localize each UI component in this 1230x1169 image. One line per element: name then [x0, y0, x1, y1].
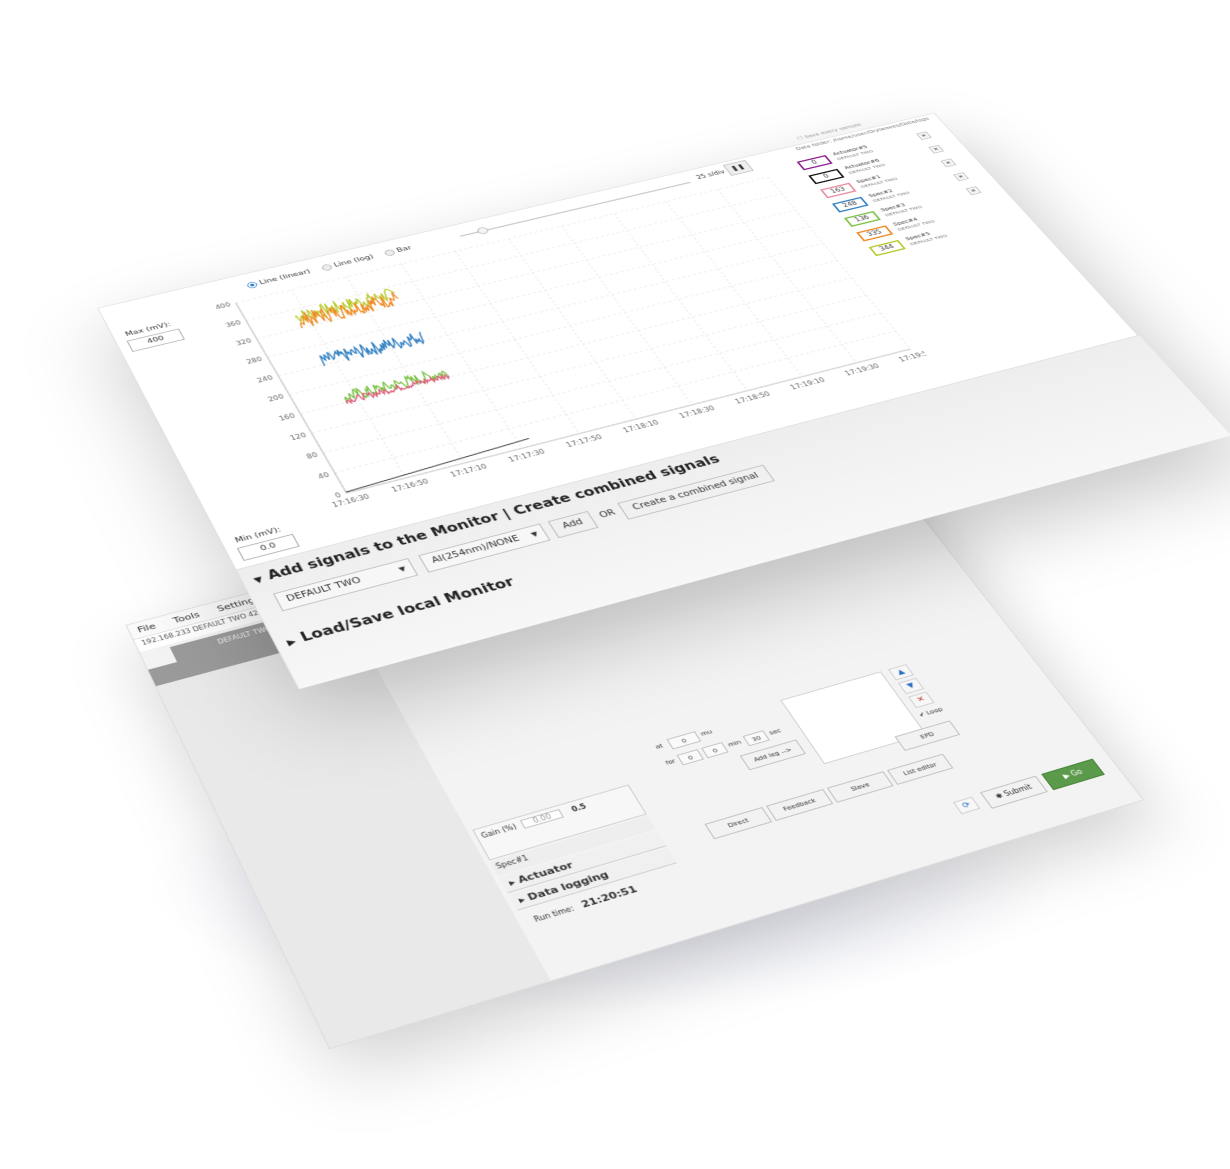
y-tick-label: 120 [289, 431, 308, 441]
or-label: OR [597, 508, 618, 520]
y-axis [236, 303, 347, 493]
y-tick-label: 360 [224, 319, 243, 329]
x-gridline [614, 214, 747, 391]
sec-unit-label: sec [767, 727, 783, 737]
y-tick-label: 160 [278, 412, 297, 422]
time-per-div: 25 s/div [695, 169, 727, 181]
at-field[interactable]: 0 [666, 731, 702, 750]
at-label: at [654, 742, 665, 751]
y-gridline [289, 260, 837, 394]
min-unit-label: min [726, 738, 743, 749]
remove-signal-icon[interactable]: ✕ [940, 158, 957, 168]
expand-triangle-icon: ▼ [252, 575, 265, 586]
x-gridline [455, 251, 579, 433]
x-gridline [562, 226, 692, 405]
y-gridline [236, 177, 769, 303]
list-editor-button[interactable]: List editor [887, 753, 954, 785]
gain-label: Gain (%) [479, 822, 519, 840]
submit-label: Submit [1002, 783, 1034, 798]
pause-icon[interactable]: ❚❚ [722, 159, 754, 176]
refresh-icon[interactable]: ⟳ [953, 796, 981, 815]
collapsed-triangle-icon: ▶ [285, 637, 299, 648]
y-tick-label: 400 [214, 301, 232, 311]
slave-button[interactable]: Slave [826, 771, 894, 803]
mu-label: mu [699, 728, 714, 738]
x-gridline [718, 189, 857, 362]
x-tick-label: 17:17:30 [507, 448, 547, 464]
gain-spinbox[interactable]: 0.00 [520, 808, 565, 829]
y-tick-label: 240 [256, 374, 275, 384]
remove-signal-icon[interactable]: ✕ [916, 131, 932, 140]
for-m-field[interactable]: 0 [701, 742, 729, 759]
signal-combo-value: AI(254nm)/NONE [430, 534, 522, 566]
radio-indicator [320, 263, 334, 272]
y-tick-label: 320 [235, 337, 254, 347]
legend-value: 0 [796, 155, 833, 171]
add-button[interactable]: Add [547, 510, 599, 539]
direct-button[interactable]: Direct [704, 807, 773, 840]
go-button[interactable]: ▶ Go [1041, 758, 1105, 791]
y-tick-label: 280 [245, 355, 264, 365]
series-line-spec-2 [318, 330, 427, 367]
x-tick-label: 17:17:50 [565, 433, 605, 449]
x-gridline [666, 201, 802, 376]
chevron-down-icon: ▼ [397, 565, 408, 574]
y-gridline [246, 193, 782, 320]
y-gridline [267, 226, 809, 357]
y-gridline [257, 210, 796, 339]
slider-knob[interactable] [475, 226, 490, 235]
remove-signal-icon[interactable]: ✕ [953, 172, 970, 182]
for-h-field[interactable]: 0 [676, 749, 704, 766]
x-gridline [401, 264, 522, 448]
go-label: Go [1069, 767, 1085, 778]
radio-indicator [245, 281, 259, 290]
feedback-button[interactable]: Feedback [766, 789, 834, 821]
run-time-label: Run time: [532, 904, 576, 924]
y-tick-label: 80 [305, 451, 320, 460]
x-tick-label: 17:17:10 [449, 463, 489, 479]
gain-extra-value: 0.5 [570, 802, 588, 814]
radio-bar-label: Bar [395, 244, 414, 254]
x-gridline [509, 239, 636, 420]
remove-signal-icon[interactable]: ✕ [965, 186, 982, 196]
y-tick-label: 40 [317, 471, 332, 480]
for-s-field[interactable]: 30 [742, 730, 770, 747]
chevron-down-icon: ▼ [529, 530, 540, 539]
y-gridline [312, 295, 866, 433]
x-tick-label: 17:16:50 [390, 477, 430, 493]
for-label: for [664, 757, 678, 767]
stage: File Tools Settings He 192.168.233 DEFAU… [0, 0, 1230, 1169]
remove-signal-icon[interactable]: ✕ [928, 144, 945, 154]
device-combo-value: DEFAULT TWO [284, 576, 363, 604]
y-tick-label: 200 [267, 393, 286, 403]
radio-indicator [383, 248, 397, 257]
